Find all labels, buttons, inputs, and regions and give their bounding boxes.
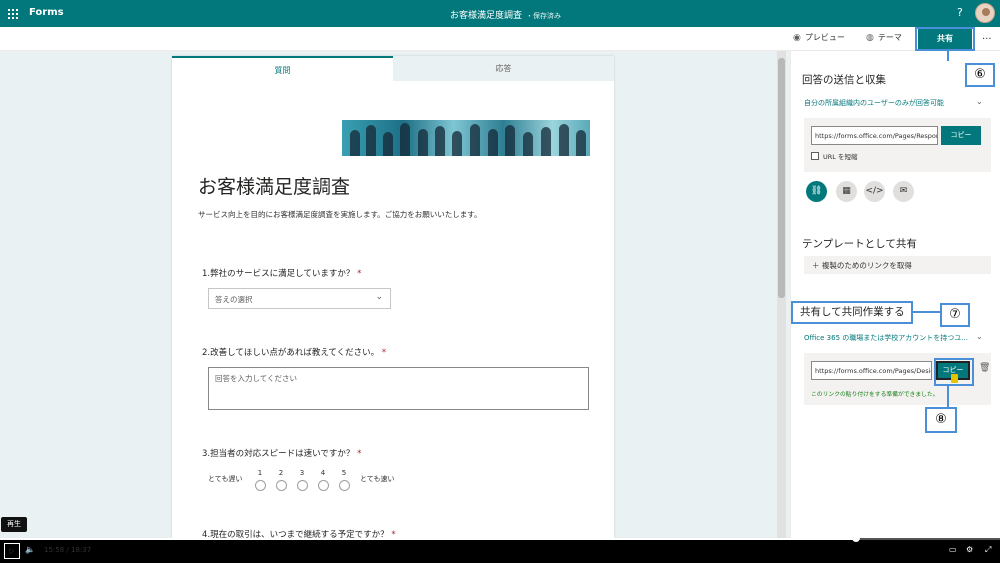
rating-radio[interactable] <box>318 480 329 491</box>
copy-button-highlight <box>934 358 974 386</box>
required-mark: * <box>357 269 362 279</box>
settings-icon[interactable]: ⚙ <box>966 545 973 554</box>
theme-label: テーマ <box>877 33 902 42</box>
video-progress-fill <box>0 538 857 540</box>
qr-code-icon[interactable]: ▦ <box>836 181 857 202</box>
callout-eight: ⑧ <box>925 407 957 433</box>
template-link-button[interactable]: ＋ 複製のためのリンクを取得 <box>804 256 991 274</box>
rating-radio[interactable] <box>255 480 266 491</box>
total-time: 18:37 <box>71 546 92 554</box>
checkbox-icon <box>811 152 819 160</box>
callout-six: ⑥ <box>965 63 995 87</box>
callout-connector <box>947 385 949 409</box>
shorten-url-checkbox[interactable]: URL を短縮 <box>811 151 857 161</box>
time-separator: / <box>66 546 69 554</box>
chevron-down-icon[interactable]: ⌄ <box>976 97 983 106</box>
rating-radio[interactable] <box>339 480 350 491</box>
question-3[interactable]: 3.担当者の対応スピードは速いですか？ * <box>202 447 361 459</box>
collab-scope-dropdown[interactable]: Office 365 の職場または学校アカウントを持つユ... <box>804 333 968 343</box>
captions-icon[interactable]: ▭ <box>949 545 957 554</box>
command-bar: ◉ プレビュー ◍ テーマ <box>0 27 1000 51</box>
app-launcher-icon[interactable] <box>8 9 18 19</box>
chevron-down-icon[interactable]: ⌄ <box>976 332 983 341</box>
rating-high-label: とても速い <box>360 475 395 483</box>
palette-icon: ◍ <box>866 32 874 43</box>
time-display: 15:58 / 18:37 <box>44 546 91 554</box>
share-button-highlight <box>915 27 975 51</box>
response-link-box: https://forms.office.com/Pages/ResponseP… <box>804 118 991 172</box>
document-title: お客様満足度調査 ・保存済み <box>450 8 561 21</box>
textarea-placeholder: 回答を入力してください <box>215 374 298 383</box>
email-icon[interactable]: ✉ <box>893 181 914 202</box>
canvas-scrollbar-thumb[interactable] <box>778 58 785 298</box>
share-pane: 回答の送信と収集 自分の所属組織内のユーザーのみが回答可能 ⌄ https://… <box>790 51 1000 538</box>
rating-radio[interactable] <box>276 480 287 491</box>
form-description[interactable]: サービス向上を目的にお客様満足度調査を実施します。ご協力をお願いいたします。 <box>198 209 482 220</box>
current-time: 15:58 <box>44 546 65 554</box>
answer-textarea[interactable]: 回答を入力してください <box>208 367 589 410</box>
question-4[interactable]: 4.現在の取引は、いつまで継続する予定ですか？ * <box>202 528 396 538</box>
embed-icon[interactable]: </> <box>864 181 885 202</box>
collab-heading: 共有して共同作業する <box>800 306 905 318</box>
template-heading: テンプレートとして共有 <box>802 238 917 250</box>
form-title[interactable]: お客様満足度調査 <box>198 172 350 199</box>
avatar[interactable] <box>975 3 995 23</box>
chevron-down-icon: ⌄ <box>375 292 383 302</box>
play-tooltip: 再生 <box>1 517 27 532</box>
trash-icon[interactable]: 🗑 <box>979 363 990 373</box>
copy-button[interactable]: コピー <box>941 126 981 145</box>
collab-url-field[interactable]: https://forms.office.com/Pages/DesignPag… <box>811 361 932 380</box>
rating-number: 3 <box>299 469 305 477</box>
callout-connector <box>947 49 949 61</box>
plus-icon: ＋ <box>812 261 820 270</box>
theme-button[interactable]: ◍ テーマ <box>866 32 902 43</box>
eye-icon: ◉ <box>793 32 801 43</box>
rating-radio[interactable] <box>297 480 308 491</box>
header-banner-image <box>342 120 590 156</box>
tab-questions[interactable]: 質問 <box>172 56 393 81</box>
question-4-text: 4.現在の取引は、いつまで継続する予定ですか？ <box>202 530 389 538</box>
template-link-label: 複製のためのリンクを取得 <box>821 261 912 270</box>
callout-seven: ⑦ <box>940 303 970 327</box>
copy-ready-message: このリンクの貼り付けをする準備ができました。 <box>811 392 939 398</box>
more-options-icon[interactable]: ... <box>982 31 992 42</box>
help-icon[interactable]: ? <box>957 6 963 19</box>
rating-number: 5 <box>341 469 347 477</box>
question-2-text: 2.改善してほしい点があれば教えてください。 <box>202 348 380 358</box>
choice-dropdown[interactable]: 答えの選択 ⌄ <box>208 288 391 309</box>
play-icon[interactable]: ▷ <box>4 543 20 559</box>
tab-bar: 質問 応答 <box>172 56 614 81</box>
video-controls <box>0 538 1000 563</box>
tab-responses[interactable]: 応答 <box>393 56 614 81</box>
link-icon[interactable]: ⛓ <box>806 181 827 202</box>
preview-label: プレビュー <box>804 33 845 42</box>
required-mark: * <box>357 449 362 459</box>
response-url-field[interactable]: https://forms.office.com/Pages/ResponseP… <box>811 126 938 145</box>
top-bar: Forms お客様満足度調査 ・保存済み ? <box>0 0 1000 27</box>
send-collect-heading: 回答の送信と収集 <box>802 74 886 86</box>
question-2[interactable]: 2.改善してほしい点があれば教えてください。 * <box>202 346 386 358</box>
rating-low-label: とても遅い <box>208 475 243 483</box>
rating-number: 4 <box>320 469 326 477</box>
dropdown-placeholder: 答えの選択 <box>215 295 253 304</box>
volume-icon[interactable]: 🔈 <box>25 545 35 554</box>
form-panel: 質問 応答 お客様満足度調査 サービス向上を目的にお客様満足度調査を実施します。… <box>172 56 614 538</box>
required-mark: * <box>391 530 396 538</box>
question-1-text: 1.弊社のサービスに満足していますか？ <box>202 269 355 279</box>
response-scope-dropdown[interactable]: 自分の所属組織内のユーザーのみが回答可能 <box>804 98 944 108</box>
fullscreen-icon[interactable]: ⤢ <box>985 545 991 555</box>
preview-button[interactable]: ◉ プレビュー <box>793 32 845 43</box>
callout-connector <box>912 311 942 313</box>
question-3-text: 3.担当者の対応スピードは速いですか？ <box>202 449 355 459</box>
rating-number: 1 <box>257 469 263 477</box>
document-title-text: お客様満足度調査 <box>450 11 523 21</box>
shorten-url-label: URL を短縮 <box>823 153 858 161</box>
question-1[interactable]: 1.弊社のサービスに満足していますか？ * <box>202 267 361 279</box>
required-mark: * <box>381 348 387 358</box>
app-name[interactable]: Forms <box>29 7 64 18</box>
rating-number: 2 <box>278 469 284 477</box>
video-progress-handle[interactable] <box>852 534 860 542</box>
saved-status: ・保存済み <box>526 12 562 20</box>
